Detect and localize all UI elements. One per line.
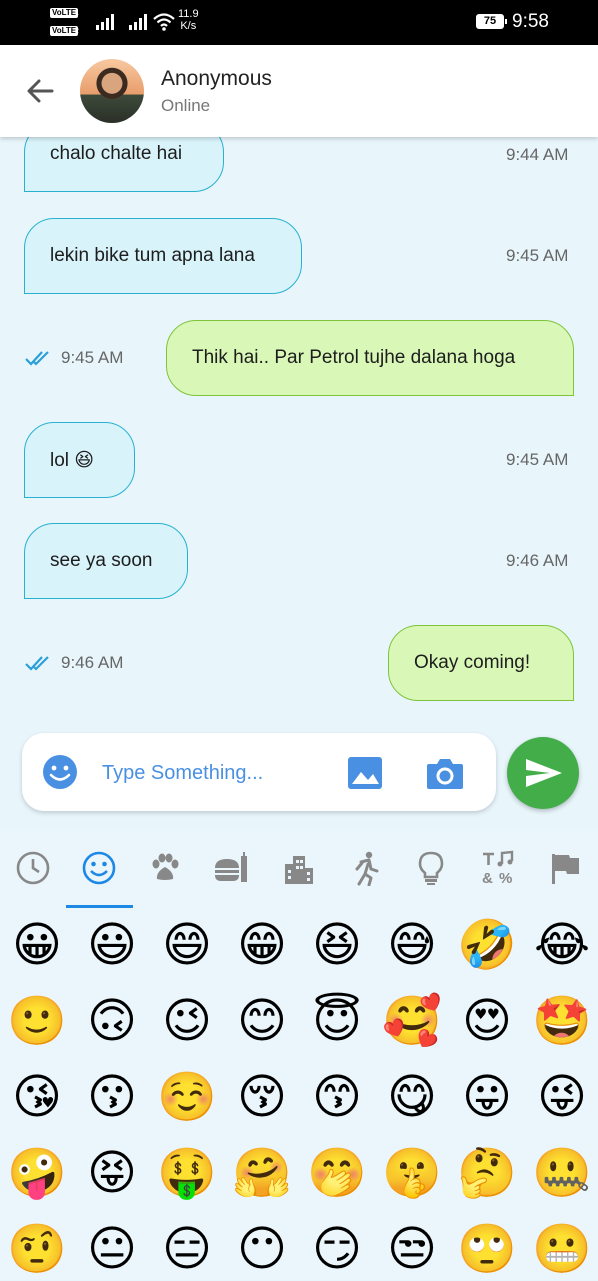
emoji-key[interactable]: 🤩 xyxy=(531,991,593,1053)
emoji-key[interactable]: 🤐 xyxy=(531,1143,593,1205)
emoji-key[interactable]: 😄 xyxy=(156,915,218,977)
volte-badge-2: VoLTE xyxy=(50,26,79,36)
back-arrow-icon[interactable] xyxy=(22,73,58,109)
read-receipt-icon xyxy=(25,656,49,671)
emoji-key[interactable]: 🙄 xyxy=(456,1219,518,1281)
message-text: Thik hai.. Par Petrol tujhe dalana hoga xyxy=(192,347,516,368)
emoji-key[interactable]: 😑 xyxy=(156,1219,218,1281)
net-speed-value: 11.9 xyxy=(178,8,199,20)
emoji-toggle-icon[interactable] xyxy=(42,754,78,790)
symbols-icon[interactable]: & % xyxy=(480,850,516,886)
emoji-key[interactable]: 🙂 xyxy=(6,991,68,1053)
emoji-key[interactable]: 😏 xyxy=(306,1219,368,1281)
emoji-key[interactable]: 😗 xyxy=(81,1067,143,1129)
gallery-icon[interactable] xyxy=(346,755,384,791)
sim-1-label: 1 xyxy=(75,10,79,17)
recent-icon[interactable] xyxy=(15,850,51,886)
places-icon[interactable] xyxy=(281,850,317,886)
emoji-key[interactable]: 😃 xyxy=(81,915,143,977)
emoji-key[interactable]: 😇 xyxy=(306,991,368,1053)
emoji-key[interactable]: 🙃 xyxy=(81,991,143,1053)
signal-1-icon xyxy=(96,14,114,30)
emoji-key[interactable]: 🤨 xyxy=(6,1219,68,1281)
emoji-key[interactable]: 🤫 xyxy=(381,1143,443,1205)
emoji-key[interactable]: 🤭 xyxy=(306,1143,368,1205)
emoji-key[interactable]: 😚 xyxy=(231,1067,293,1129)
emoji-key[interactable]: 🥰 xyxy=(381,991,443,1053)
svg-text:&: & xyxy=(482,870,493,886)
emoji-key[interactable]: 😁 xyxy=(231,915,293,977)
emoji-key[interactable]: 🤗 xyxy=(231,1143,293,1205)
emoji-key[interactable]: 😀 xyxy=(6,915,68,977)
message-time: 9:45 AM xyxy=(61,348,124,367)
emoji-key[interactable]: 🤣 xyxy=(456,915,518,977)
message-bubble-incoming[interactable]: see ya soon xyxy=(24,523,188,599)
emoji-key[interactable]: 😙 xyxy=(306,1067,368,1129)
status-bar: VoLTE VoLTE 1 2 11.9 K/s 75 9:58 xyxy=(0,0,598,45)
net-speed: 11.9 K/s xyxy=(178,8,199,32)
net-speed-unit: K/s xyxy=(180,20,197,32)
signal-2-icon xyxy=(129,14,147,30)
emoji-key[interactable]: 😝 xyxy=(81,1143,143,1205)
send-icon xyxy=(526,759,562,787)
emoji-key[interactable]: 😍 xyxy=(456,991,518,1053)
message-text: see ya soon xyxy=(50,550,153,571)
contact-status: Online xyxy=(161,96,211,115)
emoji-key[interactable]: 😒 xyxy=(381,1219,443,1281)
emoji-key[interactable]: 🤑 xyxy=(156,1143,218,1205)
message-time: 9:45 AM xyxy=(506,450,569,469)
sim-2-label: 2 xyxy=(75,28,79,35)
flags-icon[interactable] xyxy=(547,850,583,886)
message-text: chalo chalte hai xyxy=(50,143,183,164)
battery-indicator: 75 xyxy=(476,14,507,29)
contact-name[interactable]: Anonymous xyxy=(161,67,272,91)
wifi-icon xyxy=(153,13,175,31)
message-input[interactable] xyxy=(100,755,334,791)
chat-header: Anonymous Online xyxy=(0,45,598,137)
camera-icon[interactable] xyxy=(425,755,465,791)
message-composer xyxy=(22,733,496,811)
activity-icon[interactable] xyxy=(347,850,383,886)
animals-icon[interactable] xyxy=(147,850,183,886)
emoji-key[interactable]: 😐 xyxy=(81,1219,143,1281)
message-bubble-incoming[interactable]: lol 😆 xyxy=(24,422,135,498)
message-time: 9:45 AM xyxy=(506,246,569,265)
volte-badge-1: VoLTE xyxy=(50,8,79,18)
read-receipt-icon xyxy=(25,351,49,366)
message-bubble-outgoing[interactable]: Okay coming! xyxy=(388,625,574,701)
status-clock: 9:58 xyxy=(512,11,549,32)
message-text: lol 😆 xyxy=(50,449,95,471)
emoji-key[interactable]: 😘 xyxy=(6,1067,68,1129)
emoji-keyboard: & % 😀 😃 😄 😁 😆 😅 🤣 😂 🙂 🙃 😉 😊 😇 🥰 😍 🤩 😘 😗 ☺️ 😚 😙 😋 😛 😜 🤪 😝 🤑 🤗 🤭 🤫 🤔 🤐 🤨 😐 😑… xyxy=(0,830,598,1280)
emoji-key[interactable]: 😊 xyxy=(231,991,293,1053)
emoji-key[interactable]: 😆 xyxy=(306,915,368,977)
emoji-key[interactable]: 😶 xyxy=(231,1219,293,1281)
food-icon[interactable] xyxy=(213,850,249,886)
emoji-key[interactable]: 😛 xyxy=(456,1067,518,1129)
svg-text:%: % xyxy=(499,870,512,886)
smileys-icon[interactable] xyxy=(81,850,117,886)
avatar[interactable] xyxy=(80,59,144,123)
send-button[interactable] xyxy=(507,737,579,809)
selected-category-indicator xyxy=(66,905,133,908)
message-bubble-incoming[interactable]: lekin bike tum apna lana xyxy=(24,218,302,294)
emoji-key[interactable]: 🤔 xyxy=(456,1143,518,1205)
emoji-key[interactable]: 🤪 xyxy=(6,1143,68,1205)
emoji-key[interactable]: 😉 xyxy=(156,991,218,1053)
message-time: 9:46 AM xyxy=(506,551,569,570)
emoji-key[interactable]: 😜 xyxy=(531,1067,593,1129)
emoji-key[interactable]: 😬 xyxy=(531,1219,593,1281)
message-time: 9:44 AM xyxy=(506,145,569,164)
emoji-key[interactable]: 😅 xyxy=(381,915,443,977)
message-text: lekin bike tum apna lana xyxy=(50,245,255,266)
objects-icon[interactable] xyxy=(413,850,449,886)
message-time: 9:46 AM xyxy=(61,653,124,672)
message-text: Okay coming! xyxy=(414,652,531,673)
message-bubble-outgoing[interactable]: Thik hai.. Par Petrol tujhe dalana hoga xyxy=(166,320,574,396)
emoji-key[interactable]: 😋 xyxy=(381,1067,443,1129)
emoji-key[interactable]: 😂 xyxy=(531,915,593,977)
emoji-key[interactable]: ☺️ xyxy=(156,1067,218,1129)
